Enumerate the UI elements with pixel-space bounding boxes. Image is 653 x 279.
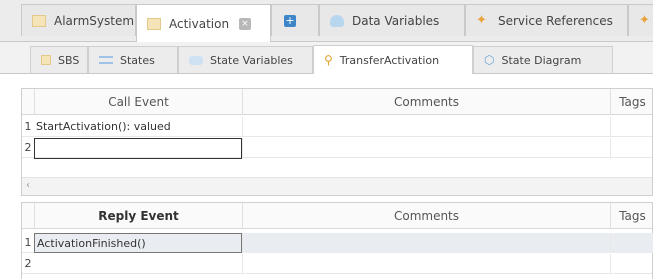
call-event-grid: Call Event Comments Tags 1 StartActivati…	[21, 88, 653, 196]
list-icon	[99, 56, 113, 64]
tab-overflow[interactable]: ✦	[628, 4, 653, 36]
grid-header: Call Event Comments Tags	[22, 89, 652, 115]
row-number: 2	[24, 257, 32, 270]
variable-icon	[189, 55, 203, 65]
event-cell[interactable]	[34, 254, 242, 274]
table-row[interactable]: 1 ActivationFinished()	[22, 233, 653, 253]
table-row[interactable]: 2	[22, 254, 652, 274]
tab-activation[interactable]: Activation ×	[136, 4, 271, 42]
view-tab-bar: SBS States State Variables ⚲ TransferAct…	[0, 42, 653, 74]
row-number-header	[22, 203, 34, 229]
star-icon: ✦	[639, 12, 650, 28]
tab-alarmsystem[interactable]: AlarmSystem	[21, 4, 136, 36]
tags-header[interactable]: Tags	[610, 89, 653, 115]
table-row[interactable]: 2	[22, 138, 653, 159]
tags-cell[interactable]	[610, 138, 653, 158]
tab-label: State Diagram	[501, 53, 582, 67]
editor-tab-bar: AlarmSystem Activation × + Data Variable…	[0, 0, 653, 42]
comments-cell[interactable]	[242, 117, 610, 137]
tab-label: Activation	[169, 16, 230, 31]
tab-label: State Variables	[210, 53, 293, 67]
tab-sbs[interactable]: SBS	[30, 46, 88, 73]
event-edit-field[interactable]	[34, 138, 242, 159]
tags-cell[interactable]	[610, 117, 653, 137]
reply-event-header[interactable]: Reply Event	[34, 203, 242, 229]
tab-label: AlarmSystem	[54, 13, 135, 28]
scroll-left-icon[interactable]: ‹	[26, 180, 30, 191]
tab-label: Service References	[498, 13, 613, 28]
diagram-icon: ⬡	[484, 53, 495, 67]
tags-header[interactable]: Tags	[610, 203, 653, 229]
comments-cell[interactable]	[242, 138, 610, 158]
tab-service-references[interactable]: ✦ Service References	[465, 4, 628, 36]
transfer-icon: ⚲	[324, 53, 333, 67]
row-number-header	[22, 89, 34, 115]
file-icon	[32, 14, 46, 27]
cloud-icon	[330, 14, 344, 27]
file-icon	[147, 17, 161, 30]
row-number: 1	[24, 236, 32, 249]
sbs-icon	[41, 55, 51, 65]
comments-cell[interactable]	[242, 254, 610, 274]
table-row[interactable]: 1 StartActivation(): valued	[22, 117, 652, 137]
row-number: 1	[24, 120, 32, 133]
row-number: 2	[24, 141, 32, 154]
comments-header[interactable]: Comments	[242, 89, 610, 115]
reply-event-grid: Reply Event Comments Tags 1 ActivationFi…	[21, 202, 653, 279]
star-icon: ✦	[476, 12, 487, 28]
tab-data-variables[interactable]: Data Variables	[319, 4, 465, 36]
tab-label: Data Variables	[352, 13, 440, 28]
tab-state-variables[interactable]: State Variables	[178, 46, 313, 73]
tab-transfer-activation[interactable]: ⚲ TransferActivation	[313, 45, 473, 74]
tab-label: SBS	[58, 53, 80, 67]
grid-header: Reply Event Comments Tags	[22, 203, 652, 229]
tags-cell[interactable]	[610, 254, 653, 274]
horizontal-scrollbar[interactable]: ‹	[22, 177, 652, 195]
close-icon[interactable]: ×	[239, 17, 252, 30]
tab-states[interactable]: States	[88, 46, 178, 73]
call-event-header[interactable]: Call Event	[34, 89, 242, 115]
event-cell[interactable]: StartActivation(): valued	[34, 117, 242, 137]
event-cell-selected[interactable]: ActivationFinished()	[34, 233, 242, 253]
tab-label: States	[120, 53, 155, 67]
add-icon: +	[284, 13, 296, 27]
tab-add[interactable]: +	[271, 4, 319, 36]
comments-cell[interactable]	[242, 233, 610, 253]
tab-label: TransferActivation	[339, 53, 440, 67]
tab-state-diagram[interactable]: ⬡ State Diagram	[473, 46, 613, 73]
tags-cell[interactable]	[610, 233, 653, 253]
comments-header[interactable]: Comments	[242, 203, 610, 229]
